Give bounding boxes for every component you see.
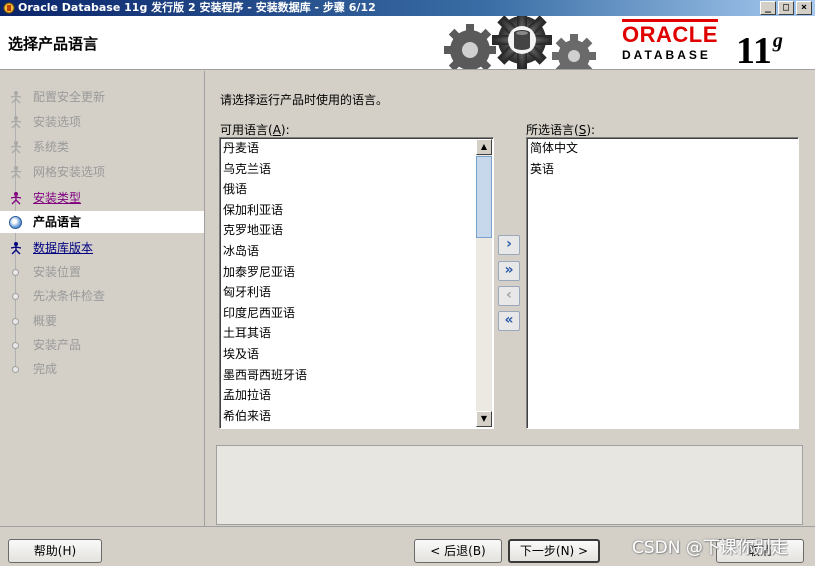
scroll-down-button[interactable]: ▼	[476, 411, 492, 427]
minimize-button[interactable]: _	[760, 1, 776, 15]
step-item: 完成	[0, 358, 204, 380]
gears-graphic	[444, 16, 596, 69]
version-number: 11	[736, 30, 772, 70]
help-button[interactable]: 帮助(H)	[8, 539, 102, 563]
remove-language-button[interactable]: ‹	[498, 286, 520, 306]
step-label: 安装位置	[33, 265, 82, 279]
language-prompt: 请选择运行产品时使用的语言。	[220, 93, 389, 107]
available-language-item[interactable]: 孟加拉语	[220, 385, 493, 406]
close-button[interactable]: ×	[796, 1, 812, 15]
step-figure-icon	[10, 192, 22, 205]
available-language-item[interactable]: 希伯来语	[220, 406, 493, 427]
step-item[interactable]: 网格安装选项	[0, 161, 204, 183]
installer-app-icon	[3, 2, 15, 14]
selected-language-item[interactable]: 英语	[527, 159, 798, 180]
step-label: 概要	[33, 314, 58, 328]
selected-language-item[interactable]: 简体中文	[527, 138, 798, 159]
button-bar: 帮助(H) < 后退(B) 下一步(N) > 取消 CSDN @下课你别走	[0, 526, 815, 566]
scroll-thumb[interactable]	[476, 156, 492, 238]
available-list-scrollbar[interactable]: ▲ ▼	[476, 139, 492, 427]
selected-languages-list[interactable]: 简体中文 英语	[526, 137, 799, 429]
step-label: 数据库版本	[33, 241, 94, 255]
step-item: 安装位置	[0, 261, 204, 283]
step-label: 完成	[33, 362, 58, 376]
step-figure-icon	[10, 91, 22, 104]
oracle-brand: ORACLE	[622, 19, 718, 47]
step-label: 产品语言	[33, 215, 82, 229]
step-label: 安装选项	[33, 115, 82, 129]
available-language-item[interactable]: 土耳其语	[220, 323, 493, 344]
available-languages-list[interactable]: 丹麦语 乌克兰语 俄语 保加利亚语 克罗地亚语 冰岛语 加泰罗尼亚语 匈牙利语 印度尼西亚语 土耳…	[219, 137, 494, 429]
watermark: CSDN @下课你别走	[632, 538, 788, 558]
step-figure-icon	[10, 166, 22, 179]
available-language-item[interactable]: 保加利亚语	[220, 200, 493, 221]
available-language-item[interactable]: 乌克兰语	[220, 159, 493, 180]
back-button[interactable]: < 后退(B)	[414, 539, 502, 563]
window-titlebar[interactable]: Oracle Database 11g 发行版 2 安装程序 - 安装数据库 -…	[0, 0, 815, 16]
available-language-item[interactable]: 克罗地亚语	[220, 220, 493, 241]
oracle-logo: ORACLE DATABASE	[622, 19, 718, 62]
available-languages-label: 可用语言(A):	[220, 123, 290, 137]
step-label: 先决条件检查	[33, 289, 106, 303]
available-language-item[interactable]: 加泰罗尼亚语	[220, 262, 493, 283]
step-item[interactable]: 安装选项	[0, 111, 204, 133]
step-item[interactable]: 配置安全更新	[0, 86, 204, 108]
info-message-panel	[216, 445, 803, 525]
step-figure-icon	[10, 141, 22, 154]
add-all-languages-button[interactable]: »	[498, 261, 520, 281]
available-language-item[interactable]: 俄语	[220, 179, 493, 200]
available-language-item[interactable]: 印度尼西亚语	[220, 303, 493, 324]
step-dot-icon	[12, 318, 19, 325]
scroll-up-button[interactable]: ▲	[476, 139, 492, 155]
window-title: Oracle Database 11g 发行版 2 安装程序 - 安装数据库 -…	[18, 1, 376, 14]
step-dot-icon	[12, 293, 19, 300]
oracle-product: DATABASE	[622, 48, 711, 62]
step-dot-icon	[12, 269, 19, 276]
step-item: 先决条件检查	[0, 285, 204, 307]
available-language-item[interactable]: 丹麦语	[220, 138, 493, 159]
step-item: 安装产品	[0, 334, 204, 356]
step-figure-icon	[10, 116, 22, 129]
step-navigator: 配置安全更新 安装选项系统类网格安装选项 安装类型产品语言数据库版本安装位置先决条件…	[0, 71, 205, 526]
available-language-item[interactable]: 冰岛语	[220, 241, 493, 262]
step-label: 网格安装选项	[33, 165, 106, 179]
page-title: 选择产品语言	[8, 35, 99, 53]
available-language-item[interactable]: 埃及语	[220, 344, 493, 365]
version-badge: 11g	[736, 20, 783, 70]
selected-languages-label: 所选语言(S):	[526, 123, 596, 137]
step-label: 安装产品	[33, 338, 82, 352]
add-language-button[interactable]: ›	[498, 235, 520, 255]
header-banner: 选择产品语言 ORACLE DATABASE 11g	[0, 16, 815, 70]
step-item: 概要	[0, 310, 204, 332]
remove-all-languages-button[interactable]: «	[498, 311, 520, 331]
maximize-button[interactable]: □	[778, 1, 794, 15]
step-label: 安装类型	[33, 191, 82, 205]
available-language-item[interactable]: 匈牙利语	[220, 282, 493, 303]
step-dot-icon	[12, 366, 19, 373]
next-button[interactable]: 下一步(N) >	[508, 539, 600, 563]
window-controls: _ □ ×	[760, 1, 812, 15]
step-item[interactable]: 系统类	[0, 136, 204, 158]
step-item[interactable]: 安装类型	[0, 187, 204, 209]
version-suffix: g	[772, 30, 783, 52]
available-language-item[interactable]: 墨西哥西班牙语	[220, 365, 493, 386]
main-panel: 请选择运行产品时使用的语言。 可用语言(A): 所选语言(S): 丹麦语 乌克兰语…	[206, 71, 815, 526]
step-item: 产品语言	[0, 211, 204, 233]
step-dot-icon	[12, 342, 19, 349]
step-figure-icon	[10, 242, 22, 255]
step-item[interactable]: 数据库版本	[0, 237, 204, 259]
step-label: 配置安全更新	[33, 90, 106, 104]
current-step-icon	[9, 216, 22, 229]
step-label: 系统类	[33, 140, 70, 154]
